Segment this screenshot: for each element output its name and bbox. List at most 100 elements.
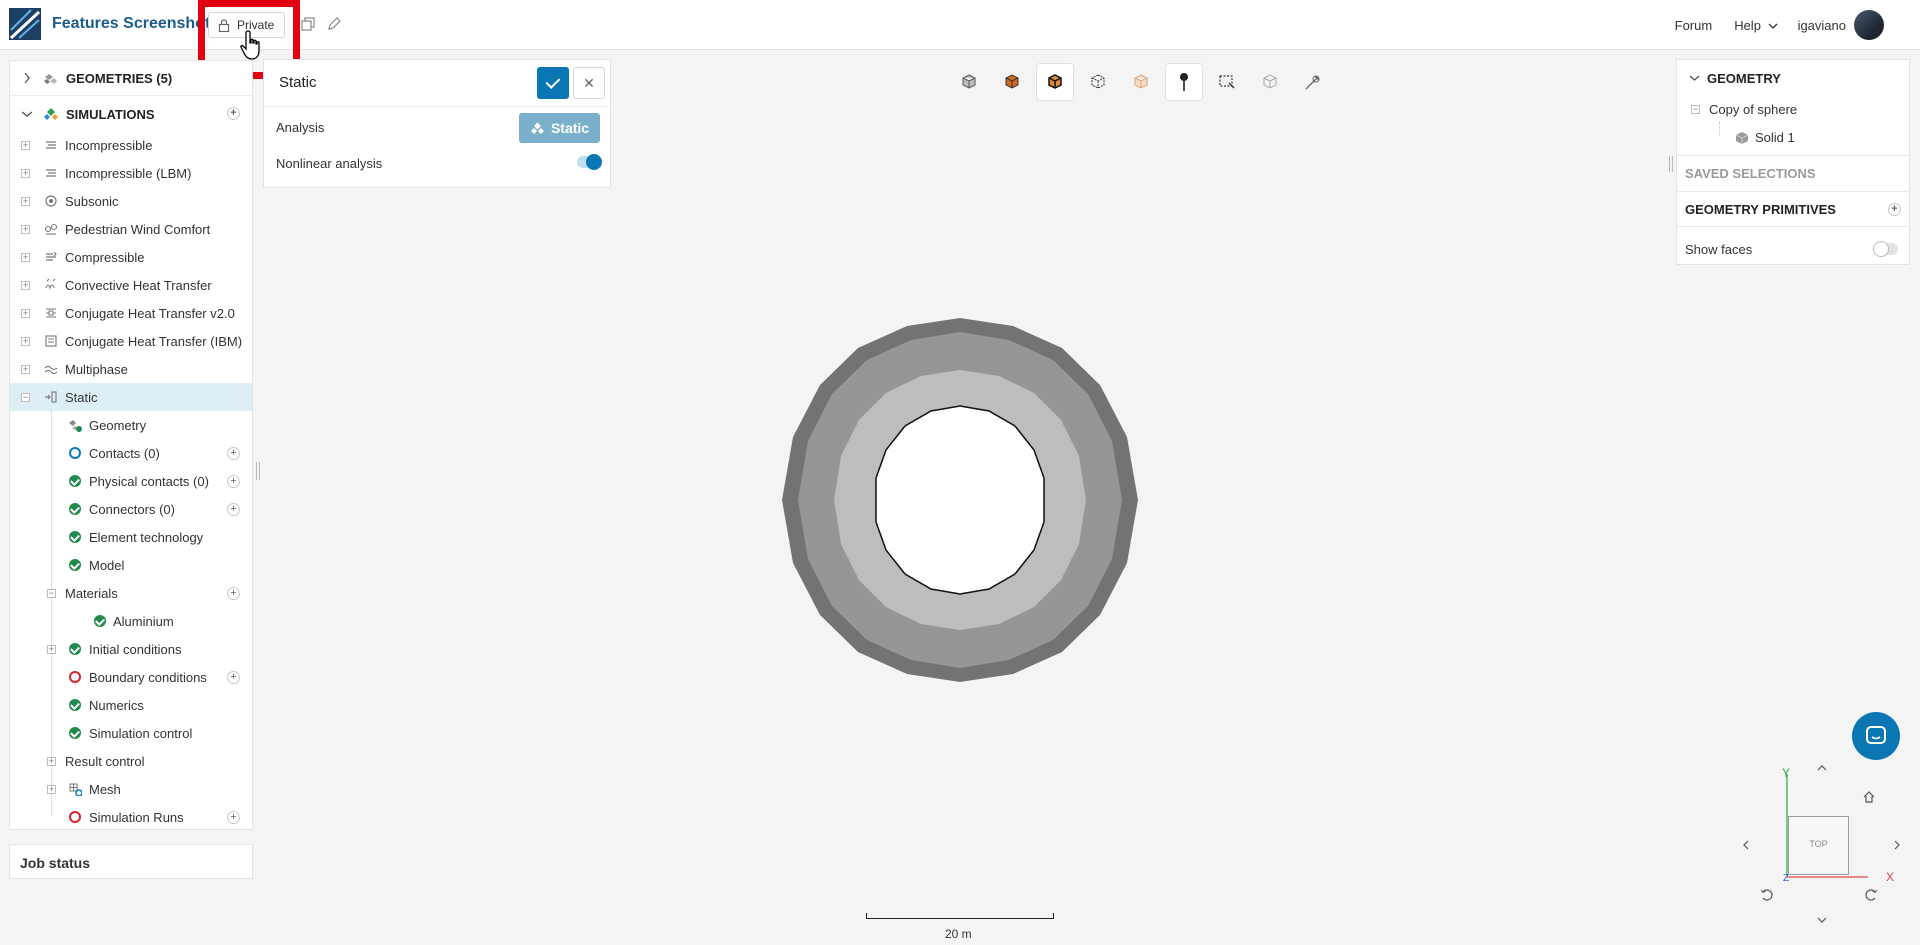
view-cube-button[interactable] [950, 63, 988, 101]
expand-icon[interactable]: + [21, 197, 30, 206]
tree-item-pedestrian-wind-comfort[interactable]: + Pedestrian Wind Comfort [10, 215, 252, 243]
collapse-icon[interactable]: − [21, 393, 30, 402]
left-panel-resize-handle[interactable] [256, 462, 260, 480]
expand-icon[interactable]: + [21, 169, 30, 178]
tree-item-contacts[interactable]: Contacts (0) + [10, 439, 252, 467]
hide-selection-button[interactable] [1251, 63, 1289, 101]
add-primitive-button[interactable]: + [1888, 203, 1901, 216]
tree-item-static[interactable]: − Static [10, 383, 252, 411]
box-select-button[interactable] [1208, 63, 1246, 101]
tree-item-aluminium[interactable]: Aluminium [10, 607, 252, 635]
add-physical-contact-button[interactable]: + [227, 475, 240, 488]
measure-button[interactable] [1294, 63, 1332, 101]
view-cube-top[interactable]: TOP [1788, 816, 1849, 875]
tree-item-connectors[interactable]: Connectors (0) + [10, 495, 252, 523]
incompressible-icon [46, 141, 56, 149]
show-faces-label: Show faces [1685, 242, 1753, 257]
expand-icon[interactable]: + [21, 141, 30, 150]
expand-icon[interactable]: + [47, 785, 56, 794]
point-select-button[interactable] [1165, 63, 1203, 101]
right-panel-resize-handle[interactable] [1669, 156, 1673, 172]
tree-item-incompressible[interactable]: + Incompressible [10, 131, 252, 159]
tree-item-simulation-runs[interactable]: Simulation Runs + [10, 803, 252, 831]
add-simulation-button[interactable]: + [227, 107, 240, 120]
tree-item-label: Subsonic [65, 193, 119, 209]
geometries-section[interactable]: GEOMETRIES (5) [10, 61, 252, 95]
expand-icon[interactable]: + [21, 365, 30, 374]
transparent-view-button[interactable] [1122, 63, 1160, 101]
tree-item-element-technology[interactable]: Element technology [10, 523, 252, 551]
collapse-icon[interactable]: − [1691, 105, 1700, 114]
expand-icon[interactable]: + [47, 645, 56, 654]
add-contact-button[interactable]: + [227, 447, 240, 460]
wireframe-view-button[interactable] [1079, 63, 1117, 101]
tree-item-simulation-control[interactable]: Simulation control [10, 719, 252, 747]
copy-icon[interactable] [300, 16, 316, 32]
rotate-ccw-icon[interactable] [1760, 888, 1774, 902]
solid-edges-view-button[interactable] [1036, 63, 1074, 101]
confirm-button[interactable] [537, 67, 569, 99]
forum-link[interactable]: Forum [1675, 18, 1713, 33]
tree-item-boundary-conditions[interactable]: Boundary conditions + [10, 663, 252, 691]
tree-item-numerics[interactable]: Numerics [10, 691, 252, 719]
rotate-left-icon[interactable] [1742, 839, 1750, 851]
help-menu[interactable]: Help [1734, 18, 1778, 33]
tree-item-subsonic[interactable]: + Subsonic [10, 187, 252, 215]
expand-icon[interactable]: + [47, 757, 56, 766]
measure-icon [1305, 75, 1320, 90]
geometry-primitives-section[interactable]: GEOMETRY PRIMITIVES + [1677, 202, 1909, 220]
add-boundary-condition-button[interactable]: + [227, 671, 240, 684]
avatar[interactable] [1854, 10, 1884, 40]
static-icon [45, 391, 57, 403]
geometry-label: GEOMETRY [1707, 71, 1781, 86]
nonlinear-toggle[interactable] [577, 154, 602, 170]
add-material-button[interactable]: + [227, 587, 240, 600]
tree-item-result-control[interactable]: + Result control [10, 747, 252, 775]
show-faces-toggle[interactable] [1873, 241, 1898, 257]
axis-x-label: X [1886, 870, 1895, 884]
tree-item-model[interactable]: Model [10, 551, 252, 579]
rotate-down-icon[interactable] [1816, 916, 1828, 924]
expand-icon[interactable]: + [21, 281, 30, 290]
tree-item-conjugate-heat-transfer-ibm[interactable]: + Conjugate Heat Transfer (IBM) [10, 327, 252, 355]
tree-item-mesh[interactable]: + Mesh [10, 775, 252, 803]
saved-selections-section[interactable]: SAVED SELECTIONS [1677, 166, 1909, 184]
simscale-logo[interactable] [9, 8, 41, 40]
simulations-icon [44, 108, 58, 120]
viewport-toolbar [950, 63, 1330, 101]
project-title[interactable]: Features Screenshot [52, 15, 210, 33]
expand-icon[interactable]: + [21, 337, 30, 346]
add-simulation-run-button[interactable]: + [227, 811, 240, 824]
tree-item-label: Multiphase [65, 361, 128, 377]
solid-view-button[interactable] [993, 63, 1031, 101]
username[interactable]: igaviano [1798, 18, 1846, 33]
add-connector-button[interactable]: + [227, 503, 240, 516]
tree-item-geometry[interactable]: Geometry [10, 411, 252, 439]
geometry-item-copy-of-sphere[interactable]: − Copy of sphere [1677, 96, 1909, 122]
analysis-type-button[interactable]: Static [519, 113, 600, 143]
expand-icon[interactable]: + [21, 225, 30, 234]
rotate-right-icon[interactable] [1893, 839, 1901, 851]
tree-item-incompressible-lbm[interactable]: + Incompressible (LBM) [10, 159, 252, 187]
tree-item-initial-conditions[interactable]: + Initial conditions [10, 635, 252, 663]
close-button[interactable]: ✕ [573, 67, 605, 99]
rotate-cw-icon[interactable] [1864, 888, 1878, 902]
geometry-item-solid-1[interactable]: Solid 1 [1677, 124, 1909, 150]
tree-item-physical-contacts[interactable]: Physical contacts (0) + [10, 467, 252, 495]
expand-icon[interactable]: + [21, 309, 30, 318]
tree-item-compressible[interactable]: + Compressible [10, 243, 252, 271]
rotate-up-icon[interactable] [1816, 764, 1828, 772]
chat-button[interactable] [1852, 712, 1900, 760]
geometry-section[interactable]: GEOMETRY [1677, 70, 1909, 90]
home-icon[interactable] [1862, 790, 1876, 804]
simulations-section[interactable]: SIMULATIONS + [10, 97, 252, 131]
collapse-icon[interactable]: − [47, 589, 56, 598]
tree-item-conjugate-heat-transfer-v2[interactable]: + Conjugate Heat Transfer v2.0 [10, 299, 252, 327]
tree-item-materials[interactable]: − Materials + [10, 579, 252, 607]
model-viewport[interactable] [770, 310, 1150, 690]
job-status-panel[interactable]: Job status [9, 844, 253, 879]
tree-item-multiphase[interactable]: + Multiphase [10, 355, 252, 383]
expand-icon[interactable]: + [21, 253, 30, 262]
pencil-icon[interactable] [326, 16, 342, 32]
tree-item-convective-heat-transfer[interactable]: + Convective Heat Transfer [10, 271, 252, 299]
